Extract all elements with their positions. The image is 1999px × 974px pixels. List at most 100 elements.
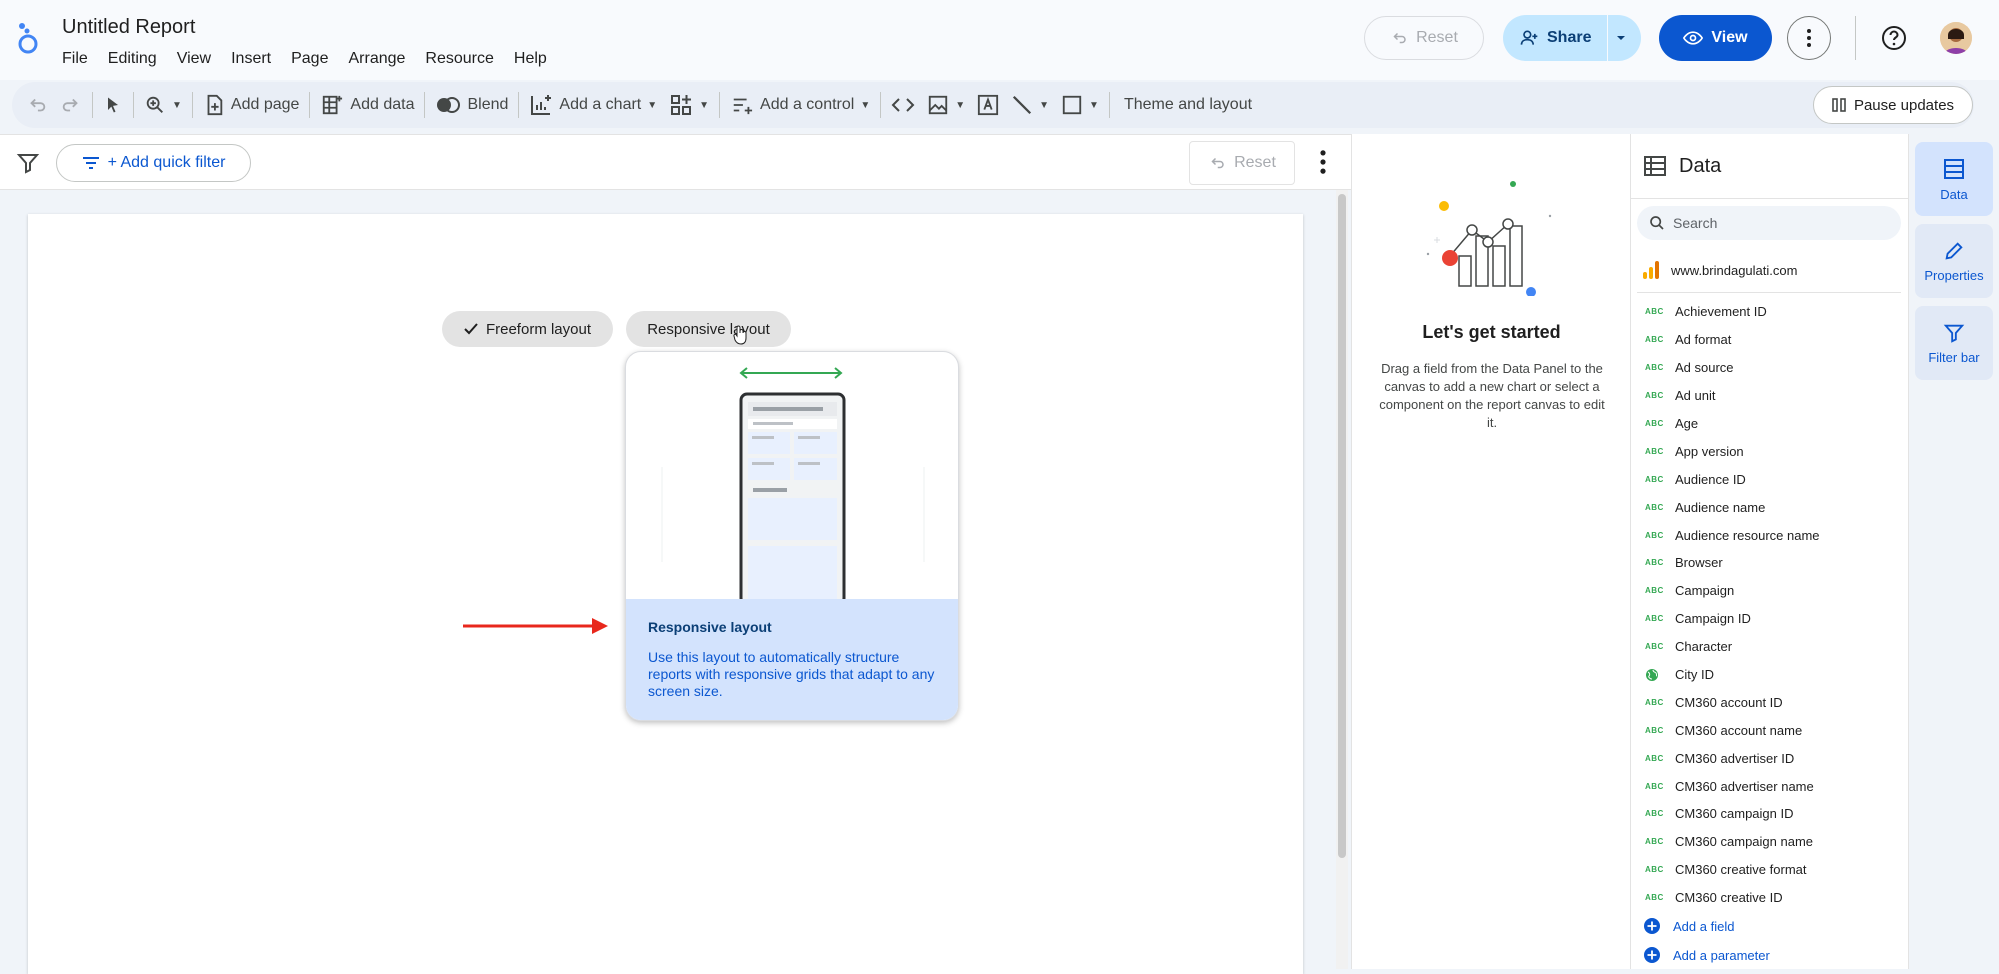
data-search-input[interactable]: Search	[1637, 206, 1901, 240]
add-chart-icon	[531, 95, 552, 115]
add-quick-filter-label: + Add quick filter	[107, 154, 226, 171]
freeform-layout-chip[interactable]: Freeform layout	[442, 311, 613, 347]
rail-data-label: Data	[1940, 186, 1968, 202]
menu-item-resource[interactable]: Resource	[415, 48, 503, 70]
field-item[interactable]: ABC CM360 creative ID	[1631, 884, 1909, 912]
undo-icon[interactable]	[12, 82, 54, 128]
search-icon	[1650, 216, 1664, 230]
menu-item-editing[interactable]: Editing	[98, 48, 167, 70]
rail-data-tab[interactable]: Data	[1915, 142, 1993, 216]
text-type-icon: ABC	[1645, 614, 1664, 624]
share-dropdown-icon[interactable]	[1615, 15, 1627, 61]
field-item[interactable]: ABC Ad format	[1631, 326, 1909, 354]
rail-properties-tab[interactable]: Properties	[1915, 224, 1993, 298]
field-item[interactable]: ABC CM360 advertiser name	[1631, 772, 1909, 800]
pause-updates-button[interactable]: Pause updates	[1813, 86, 1973, 124]
text-type-icon: ABC	[1645, 781, 1664, 791]
shape-icon[interactable]: ▼	[1055, 82, 1105, 128]
text-icon[interactable]	[971, 82, 1005, 128]
toolbar: ▼ Add page Add data Blend Add a chart ▼ …	[12, 82, 1974, 128]
responsive-layout-label: Responsive layout	[647, 320, 770, 338]
scrollbar-thumb[interactable]	[1338, 194, 1346, 858]
get-started-description: Drag a field from the Data Panel to the …	[1379, 361, 1605, 430]
add-control-button[interactable]: Add a control ▼	[724, 82, 876, 128]
field-item[interactable]: ABC Campaign	[1631, 577, 1909, 605]
menu-item-insert[interactable]: Insert	[221, 48, 281, 70]
text-type-icon: ABC	[1645, 725, 1664, 735]
text-type-icon: ABC	[1645, 642, 1664, 652]
view-button[interactable]: View	[1659, 15, 1772, 61]
field-item[interactable]: ABC CM360 account ID	[1631, 688, 1909, 716]
data-table-icon	[1644, 156, 1666, 176]
field-item[interactable]: ABC CM360 creative format	[1631, 856, 1909, 884]
redo-icon[interactable]	[54, 82, 88, 128]
data-panel-title: Data	[1679, 154, 1722, 177]
field-item[interactable]: ABC Campaign ID	[1631, 605, 1909, 633]
field-item[interactable]: ABC CM360 campaign ID	[1631, 800, 1909, 828]
filter-reset-button[interactable]: Reset	[1189, 141, 1295, 185]
share-button[interactable]: Share	[1503, 15, 1641, 61]
field-item[interactable]: ABC CM360 account name	[1631, 716, 1909, 744]
get-started-panel: Let's get started Drag a field from the …	[1351, 134, 1630, 969]
field-item[interactable]: ABC Audience resource name	[1631, 521, 1909, 549]
mouse-cursor-icon	[733, 325, 749, 345]
add-chart-button[interactable]: Add a chart ▼	[523, 82, 663, 128]
menu-item-help[interactable]: Help	[504, 48, 557, 70]
filter-icon	[1943, 324, 1965, 343]
field-item[interactable]: ABC Audience ID	[1631, 465, 1909, 493]
text-type-icon: ABC	[1645, 586, 1664, 596]
filter-icon[interactable]	[16, 151, 40, 175]
field-item[interactable]: ABC App version	[1631, 437, 1909, 465]
field-item[interactable]: ABC Ad source	[1631, 354, 1909, 382]
add-page-button[interactable]: Add page	[197, 82, 306, 128]
avatar[interactable]	[1940, 22, 1972, 54]
pause-icon	[1832, 98, 1846, 112]
text-type-icon: ABC	[1645, 446, 1664, 456]
menu-item-file[interactable]: File	[52, 48, 98, 70]
field-list: ABC Achievement ID ABC Ad format ABC Ad sourc…	[1631, 298, 1909, 970]
blend-icon	[437, 97, 461, 113]
field-name: Audience resource name	[1675, 527, 1820, 543]
canvas-scrollbar[interactable]	[1336, 190, 1348, 969]
image-icon[interactable]: ▼	[921, 82, 971, 128]
data-source[interactable]: www.brindagulati.com	[1641, 260, 1797, 280]
more-options-icon[interactable]	[1312, 149, 1334, 175]
add-parameter-link[interactable]: Add a parameter	[1631, 941, 1909, 970]
field-item[interactable]: ABC CM360 advertiser ID	[1631, 744, 1909, 772]
field-item[interactable]: ABC Age	[1631, 410, 1909, 438]
add-data-button[interactable]: Add data	[314, 82, 420, 128]
add-component-icon[interactable]: ▼	[663, 82, 715, 128]
report-title[interactable]: Untitled Report	[62, 16, 195, 39]
add-control-icon	[733, 98, 753, 115]
field-name: Campaign ID	[1675, 611, 1751, 627]
responsive-layout-chip[interactable]: Responsive layout	[626, 311, 791, 347]
add-quick-filter-button[interactable]: + Add quick filter	[56, 144, 251, 182]
add-control-label: Add a control	[760, 96, 855, 113]
looker-studio-logo-icon[interactable]	[14, 20, 42, 56]
help-icon[interactable]	[1880, 24, 1908, 52]
more-options-icon[interactable]	[1787, 16, 1831, 60]
field-item[interactable]: City ID	[1631, 661, 1909, 689]
zoom-icon[interactable]: ▼	[138, 82, 188, 128]
field-item[interactable]: ABC Achievement ID	[1631, 298, 1909, 326]
theme-layout-button[interactable]: Theme and layout	[1114, 82, 1258, 128]
menu-bar: File Editing View Insert Page Arrange Resource…	[52, 48, 557, 70]
field-item[interactable]: ABC Ad unit	[1631, 382, 1909, 410]
field-item[interactable]: ABC CM360 campaign name	[1631, 828, 1909, 856]
blend-button[interactable]: Blend	[429, 82, 514, 128]
menu-item-page[interactable]: Page	[281, 48, 338, 70]
add-field-link[interactable]: Add a field	[1631, 912, 1909, 941]
line-icon[interactable]: ▼	[1005, 82, 1055, 128]
field-item[interactable]: ABC Character	[1631, 633, 1909, 661]
check-icon	[464, 323, 478, 335]
menu-item-view[interactable]: View	[167, 48, 221, 70]
field-name: Audience ID	[1675, 471, 1746, 487]
field-item[interactable]: ABC Audience name	[1631, 493, 1909, 521]
field-name: Achievement ID	[1675, 304, 1767, 320]
menu-item-arrange[interactable]: Arrange	[338, 48, 415, 70]
reset-button[interactable]: Reset	[1364, 16, 1484, 60]
select-pointer-icon[interactable]	[97, 82, 129, 128]
embed-code-icon[interactable]	[885, 82, 921, 128]
rail-filter-bar-tab[interactable]: Filter bar	[1915, 306, 1993, 380]
field-item[interactable]: ABC Browser	[1631, 549, 1909, 577]
